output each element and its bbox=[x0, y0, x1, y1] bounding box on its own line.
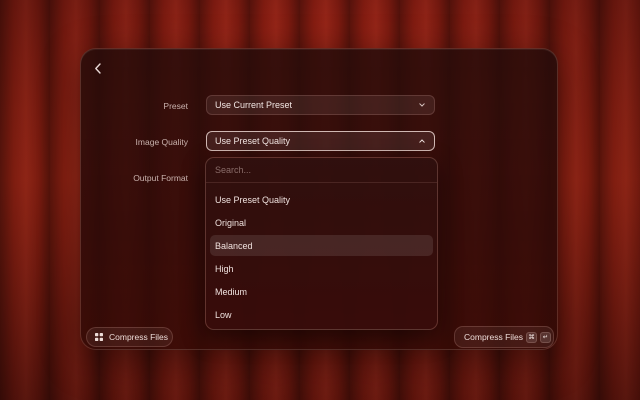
compress-files-label: Compress Files bbox=[464, 332, 524, 342]
compress-files-label: Compress Files bbox=[109, 332, 169, 342]
preset-value: Use Current Preset bbox=[215, 100, 293, 110]
chevron-up-icon bbox=[418, 137, 426, 145]
dropdown-search-row bbox=[206, 158, 437, 183]
option-list: Use Preset Quality Original Balanced Hig… bbox=[206, 183, 437, 325]
search-input[interactable] bbox=[215, 165, 428, 175]
grid-icon bbox=[95, 333, 103, 341]
image-quality-value: Use Preset Quality bbox=[215, 136, 291, 146]
return-key-icon: ↵ bbox=[540, 331, 552, 343]
preset-select[interactable]: Use Current Preset bbox=[206, 95, 435, 115]
option-label: Medium bbox=[215, 286, 248, 297]
option-low[interactable]: Low bbox=[210, 304, 433, 325]
option-label: Original bbox=[215, 217, 247, 228]
chevron-left-icon bbox=[94, 61, 102, 79]
option-high[interactable]: High bbox=[210, 258, 433, 279]
output-format-label: Output Format bbox=[133, 173, 188, 183]
option-original[interactable]: Original bbox=[210, 212, 433, 233]
image-quality-select[interactable]: Use Preset Quality bbox=[206, 131, 435, 151]
compress-files-primary-button[interactable]: Compress Files ⌘ ↵ bbox=[454, 326, 554, 348]
option-label: Low bbox=[215, 309, 232, 320]
option-label: Balanced bbox=[215, 240, 253, 251]
option-label: High bbox=[215, 263, 234, 274]
option-use-preset-quality[interactable]: Use Preset Quality bbox=[210, 189, 433, 210]
chevron-down-icon bbox=[418, 101, 426, 109]
option-balanced[interactable]: Balanced bbox=[210, 235, 433, 256]
command-key-icon: ⌘ bbox=[526, 331, 538, 343]
option-medium[interactable]: Medium bbox=[210, 281, 433, 302]
preset-label: Preset bbox=[163, 101, 188, 111]
compress-files-secondary-button[interactable]: Compress Files bbox=[86, 327, 173, 347]
back-button[interactable] bbox=[89, 61, 107, 79]
settings-window: Preset Use Current Preset Image Quality … bbox=[80, 48, 558, 350]
image-quality-dropdown: Use Preset Quality Original Balanced Hig… bbox=[205, 157, 438, 330]
option-label: Use Preset Quality bbox=[215, 194, 291, 205]
image-quality-label: Image Quality bbox=[135, 137, 188, 147]
